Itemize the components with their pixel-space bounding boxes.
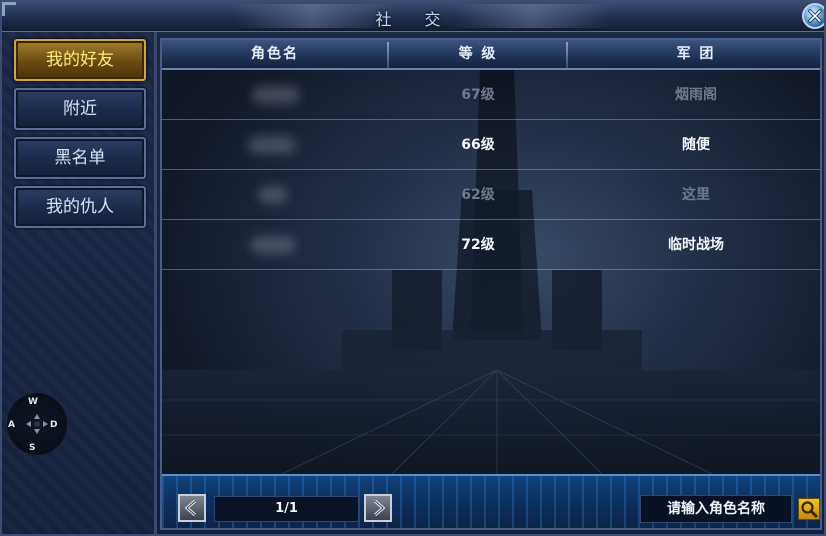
compass: W A D S — [7, 393, 67, 455]
row-level: 67级 — [461, 87, 495, 103]
compass-a-label: A — [8, 420, 15, 430]
row-level: 62级 — [461, 187, 495, 203]
column-header-name[interactable]: 角色名 — [162, 40, 388, 68]
row-level: 72级 — [461, 237, 495, 253]
sidebar-item-my-friends[interactable]: 我的好友 — [14, 39, 146, 81]
table-header: 角色名 等 级 军 团 — [162, 40, 820, 70]
row-legion: 这里 — [682, 187, 710, 203]
close-button[interactable] — [802, 3, 824, 29]
title-bar: 社 交 — [2, 2, 824, 32]
column-header-legion[interactable]: 军 团 — [568, 40, 820, 68]
search-input[interactable] — [640, 495, 792, 523]
next-page-button[interactable] — [364, 494, 392, 522]
friend-row[interactable]: 67级 烟雨阁 — [162, 70, 820, 120]
friend-list-panel: 角色名 等 级 军 团 67级 烟雨阁 66级 随便 62级 这里 72级 临时… — [160, 38, 822, 530]
corner-ornament — [2, 2, 16, 16]
compass-w-label: W — [28, 397, 38, 407]
previous-page-button[interactable] — [178, 494, 206, 522]
blurred-name — [258, 186, 288, 204]
page-indicator: 1/1 — [214, 496, 359, 522]
row-legion: 烟雨阁 — [675, 87, 717, 103]
blurred-name — [248, 136, 296, 154]
arrow-left-icon — [184, 499, 196, 517]
sidebar-item-blacklist[interactable]: 黑名单 — [14, 137, 146, 179]
close-icon — [808, 9, 822, 23]
blurred-name — [252, 86, 300, 104]
compass-s-label: S — [29, 443, 36, 453]
friend-row[interactable]: 72级 临时战场 — [162, 220, 820, 270]
friend-row[interactable]: 66级 随便 — [162, 120, 820, 170]
arrow-right-icon — [374, 499, 386, 517]
row-legion: 随便 — [682, 137, 710, 153]
friend-row[interactable]: 62级 这里 — [162, 170, 820, 220]
blurred-name — [250, 236, 296, 254]
sidebar-item-my-enemies[interactable]: 我的仇人 — [14, 186, 146, 228]
row-legion: 临时战场 — [668, 237, 724, 253]
social-window: 社 交 我的好友 附近 黑名单 我的仇人 W A D S 角色名 等 级 军 团… — [0, 0, 826, 536]
compass-d-label: D — [50, 420, 58, 430]
magnifier-icon — [801, 501, 818, 518]
window-title: 社 交 — [375, 10, 455, 29]
footer-bar: 1/1 — [162, 474, 820, 528]
search-button[interactable] — [798, 498, 820, 520]
sidebar: 我的好友 附近 黑名单 我的仇人 — [2, 32, 157, 534]
column-header-level[interactable]: 等 级 — [389, 40, 567, 68]
row-level: 66级 — [461, 137, 495, 153]
sidebar-item-nearby[interactable]: 附近 — [14, 88, 146, 130]
